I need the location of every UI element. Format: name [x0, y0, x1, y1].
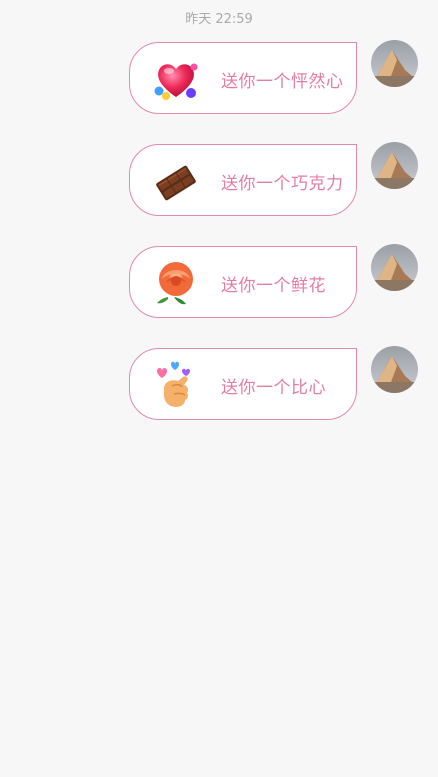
gift-label: 送你一个鲜花	[221, 276, 326, 296]
gift-label: 送你一个怦然心	[221, 72, 344, 92]
avatar[interactable]	[371, 244, 418, 291]
heart-icon	[150, 53, 202, 105]
message-timestamp: 昨天 22:59	[185, 12, 253, 27]
avatar[interactable]	[371, 142, 418, 189]
chat-message: 送你一个鲜花	[0, 244, 438, 320]
chocolate-icon	[150, 155, 202, 207]
gift-message-bubble[interactable]: 送你一个比心	[129, 348, 357, 420]
finger-heart-icon	[150, 359, 202, 411]
gift-message-bubble[interactable]: 送你一个巧克力	[129, 144, 357, 216]
avatar[interactable]	[371, 40, 418, 87]
chat-message: 送你一个比心	[0, 346, 438, 422]
chat-message: 送你一个怦然心	[0, 40, 438, 116]
chat-message: 送你一个巧克力	[0, 142, 438, 218]
gift-label: 送你一个巧克力	[221, 174, 344, 194]
rose-icon	[150, 257, 202, 309]
gift-label: 送你一个比心	[221, 378, 326, 398]
avatar[interactable]	[371, 346, 418, 393]
gift-message-bubble[interactable]: 送你一个怦然心	[129, 42, 357, 114]
gift-message-bubble[interactable]: 送你一个鲜花	[129, 246, 357, 318]
